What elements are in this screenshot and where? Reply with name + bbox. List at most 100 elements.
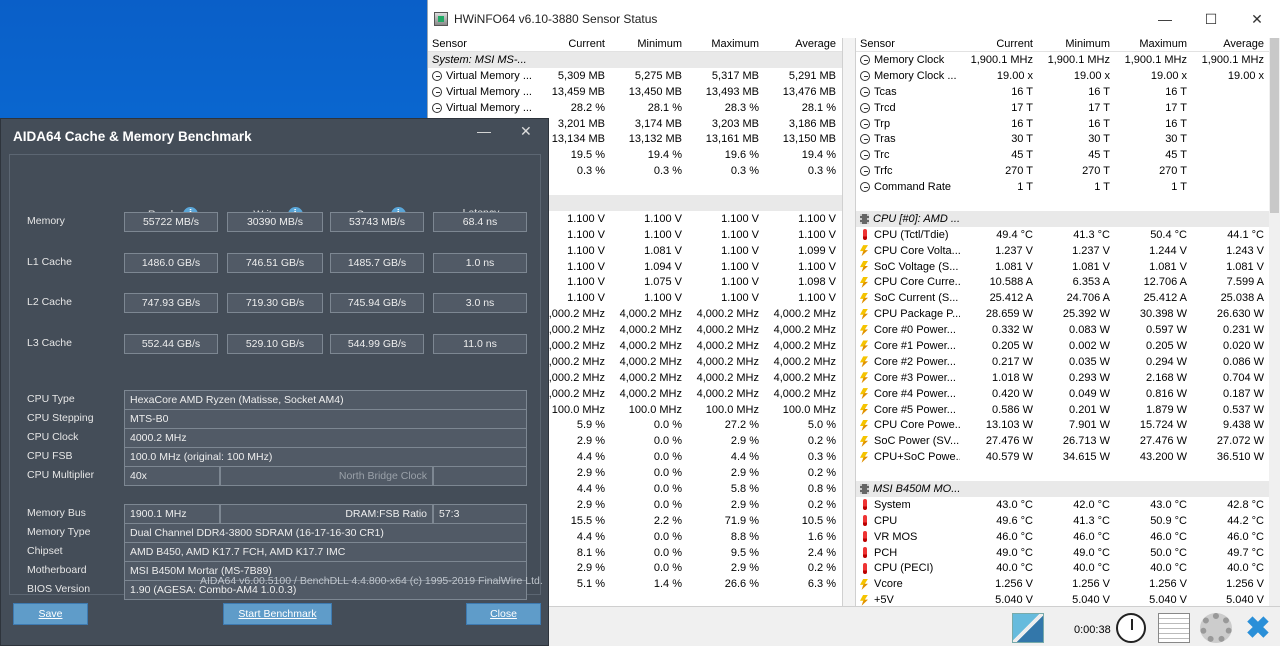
sensor-row[interactable]: Core #2 Power... 0.217 W 0.035 W 0.294 W 0.0… bbox=[856, 354, 1270, 370]
average-value: 0.2 % bbox=[807, 562, 836, 575]
close-icon[interactable]: ✕ bbox=[520, 123, 532, 140]
sensor-name: Trc bbox=[874, 149, 890, 162]
column-header-current[interactable]: Current bbox=[532, 38, 609, 51]
report-icon[interactable] bbox=[1158, 613, 1190, 643]
lightning-icon bbox=[860, 356, 868, 368]
sensor-row[interactable]: CPU Package P... 28.659 W 25.392 W 30.398 W… bbox=[856, 306, 1270, 322]
sensor-row[interactable]: SoC Voltage (S... 1.081 V 1.081 V 1.081 V 1.… bbox=[856, 259, 1270, 275]
maximum-value: 5.040 V bbox=[1149, 594, 1187, 606]
column-header-minimum[interactable]: Minimum bbox=[1037, 38, 1114, 51]
sensor-row[interactable]: Trcd 17 T 17 T 17 T bbox=[856, 100, 1270, 116]
minimum-value: 0.0 % bbox=[653, 435, 682, 448]
sensor-row[interactable]: Trp 16 T 16 T 16 T bbox=[856, 116, 1270, 132]
minimize-icon[interactable]: — bbox=[477, 123, 491, 139]
clock-icon[interactable] bbox=[1116, 613, 1146, 643]
sensor-row[interactable]: Trfc 270 T 270 T 270 T bbox=[856, 163, 1270, 179]
sensor-row[interactable]: CPU+SoC Powe... 40.579 W 34.615 W 43.200 W 3… bbox=[856, 449, 1270, 465]
sensor-name: CPU+SoC Powe... bbox=[874, 451, 960, 464]
column-header-current[interactable]: Current bbox=[960, 38, 1037, 51]
sensor-row[interactable]: CPU (Tctl/Tdie) 49.4 °C 41.3 °C 50.4 °C 44.1… bbox=[856, 227, 1270, 243]
sensor-row[interactable]: Memory Clock ... 19.00 x 19.00 x 19.00 x 19.… bbox=[856, 68, 1270, 84]
column-header-minimum[interactable]: Minimum bbox=[609, 38, 686, 51]
hwinfo-titlebar[interactable]: HWiNFO64 v6.10-3880 Sensor Status — ☐ ✕ bbox=[428, 0, 1280, 38]
minimum-value: 1.081 V bbox=[1072, 260, 1110, 273]
sensor-name-cell: SoC Power (SV... bbox=[856, 435, 960, 447]
motherboard-label: Motherboard bbox=[27, 564, 87, 576]
average-value: 0.020 W bbox=[1223, 339, 1264, 352]
minimum-value: 0.0 % bbox=[653, 419, 682, 432]
sensor-row[interactable]: System 43.0 °C 42.0 °C 43.0 °C 42.8 °C bbox=[856, 497, 1270, 513]
pane-splitter[interactable] bbox=[842, 38, 856, 606]
sensor-row[interactable]: Tras 30 T 30 T 30 T bbox=[856, 131, 1270, 147]
sensor-row[interactable]: Core #4 Power... 0.420 W 0.049 W 0.816 W 0.1… bbox=[856, 386, 1270, 402]
sensor-row[interactable]: Virtual Memory ... 5,309 MB 5,275 MB 5,317 … bbox=[428, 68, 842, 84]
start-benchmark-button[interactable]: Start Benchmark bbox=[223, 603, 332, 625]
sensor-table-right[interactable]: Sensor Current Minimum Maximum Average M… bbox=[856, 38, 1270, 606]
minimum-value: 1.237 V bbox=[1072, 244, 1110, 257]
column-header-maximum[interactable]: Maximum bbox=[686, 38, 763, 51]
sensor-row[interactable]: Command Rate 1 T 1 T 1 T bbox=[856, 179, 1270, 195]
sensor-row[interactable]: Core #5 Power... 0.586 W 0.201 W 1.879 W 0.5… bbox=[856, 402, 1270, 418]
network-icon[interactable] bbox=[1012, 613, 1044, 643]
sensor-name: PCH bbox=[874, 546, 898, 559]
column-header-sensor[interactable]: Sensor bbox=[856, 38, 960, 51]
column-header-sensor[interactable]: Sensor bbox=[428, 38, 532, 51]
sensor-row[interactable] bbox=[856, 195, 1270, 211]
sensor-name: VR MOS bbox=[874, 530, 918, 543]
sensor-row[interactable]: Vcore 1.256 V 1.256 V 1.256 V 1.256 V bbox=[856, 576, 1270, 592]
sensor-row[interactable]: Memory Clock 1,900.1 MHz 1,900.1 MHz 1,900.… bbox=[856, 52, 1270, 68]
minimum-value: 270 T bbox=[1082, 165, 1110, 178]
current-value: 1.256 V bbox=[995, 578, 1033, 591]
maximum-value: 50.0 °C bbox=[1150, 546, 1187, 559]
sensor-row[interactable]: CPU Core Powe... 13.103 W 7.901 W 15.724 W 9… bbox=[856, 417, 1270, 433]
sensor-row[interactable]: Trc 45 T 45 T 45 T bbox=[856, 147, 1270, 163]
sensor-row[interactable]: Core #1 Power... 0.205 W 0.002 W 0.205 W 0.0… bbox=[856, 338, 1270, 354]
sensor-name-cell: Core #5 Power... bbox=[856, 404, 960, 416]
bench-row-label: L3 Cache bbox=[27, 337, 72, 349]
sensor-row[interactable]: +5V 5.040 V 5.040 V 5.040 V 5.040 V bbox=[856, 592, 1270, 606]
sensor-group-row[interactable]: CPU [#0]: AMD ... bbox=[856, 210, 1270, 227]
sensor-row[interactable]: CPU (PECI) 40.0 °C 40.0 °C 40.0 °C 40.0 °C bbox=[856, 561, 1270, 577]
sensor-row[interactable] bbox=[856, 465, 1270, 481]
sensor-row[interactable]: Tcas 16 T 16 T 16 T bbox=[856, 84, 1270, 100]
current-value: 30 T bbox=[1011, 133, 1033, 146]
sensor-row[interactable]: Virtual Memory ... 28.2 % 28.1 % 28.3 % 28.1… bbox=[428, 100, 842, 116]
close-icon[interactable]: ✕ bbox=[1234, 0, 1280, 38]
maximum-value: 1.081 V bbox=[1149, 260, 1187, 273]
sensor-row[interactable]: Core #0 Power... 0.332 W 0.083 W 0.597 W 0.2… bbox=[856, 322, 1270, 338]
maximize-icon[interactable]: ☐ bbox=[1188, 0, 1234, 38]
sensor-row[interactable]: CPU 49.6 °C 41.3 °C 50.9 °C 44.2 °C bbox=[856, 513, 1270, 529]
sensor-row[interactable]: SoC Current (S... 25.412 A 24.706 A 25.412 … bbox=[856, 290, 1270, 306]
minimize-icon[interactable]: — bbox=[1142, 0, 1188, 38]
average-value: 1.100 V bbox=[798, 292, 836, 305]
sensor-row[interactable]: PCH 49.0 °C 49.0 °C 50.0 °C 49.7 °C bbox=[856, 545, 1270, 561]
sensor-group-row[interactable]: MSI B450M MO... bbox=[856, 481, 1270, 497]
close-button[interactable]: Close bbox=[466, 603, 541, 625]
minimum-value: 3,174 MB bbox=[634, 117, 682, 130]
average-value: 4,000.2 MHz bbox=[773, 371, 836, 384]
sensor-row[interactable]: VR MOS 46.0 °C 46.0 °C 46.0 °C 46.0 °C bbox=[856, 529, 1270, 545]
maximum-value: 5.8 % bbox=[730, 482, 759, 495]
cpu-multiplier-label: CPU Multiplier bbox=[27, 469, 95, 481]
column-header-maximum[interactable]: Maximum bbox=[1114, 38, 1191, 51]
sensor-group-row[interactable]: System: MSI MS-... bbox=[428, 52, 842, 68]
scrollbar-thumb[interactable] bbox=[1270, 38, 1279, 213]
sensor-row[interactable]: SoC Power (SV... 27.476 W 26.713 W 27.476 W… bbox=[856, 433, 1270, 449]
vertical-scrollbar[interactable] bbox=[1269, 38, 1280, 606]
maximum-value: 16 T bbox=[1165, 85, 1187, 98]
average-value: 36.510 W bbox=[1216, 451, 1264, 464]
sensor-row[interactable]: CPU Core Curre... 10.588 A 6.353 A 12.706 A… bbox=[856, 274, 1270, 290]
column-header-average[interactable]: Average bbox=[763, 38, 840, 51]
sensor-row[interactable]: Core #3 Power... 1.018 W 0.293 W 2.168 W 0.7… bbox=[856, 370, 1270, 386]
gear-icon[interactable] bbox=[1200, 613, 1232, 643]
sensor-row[interactable]: CPU Core Volta... 1.237 V 1.237 V 1.244 V 1.… bbox=[856, 243, 1270, 259]
lightning-icon bbox=[860, 372, 868, 384]
column-header-average[interactable]: Average bbox=[1191, 38, 1268, 51]
cpu-type-field: HexaCore AMD Ryzen (Matisse, Socket AM4) bbox=[124, 390, 527, 410]
minimum-value: 4,000.2 MHz bbox=[619, 308, 682, 321]
current-value: 0.217 W bbox=[992, 355, 1033, 368]
sensor-name-cell: Core #0 Power... bbox=[856, 324, 960, 336]
save-button[interactable]: Save bbox=[13, 603, 88, 625]
sensor-row[interactable]: Virtual Memory ... 13,459 MB 13,450 MB 13,4… bbox=[428, 84, 842, 100]
close-sensors-icon[interactable]: ✖ bbox=[1242, 612, 1274, 645]
